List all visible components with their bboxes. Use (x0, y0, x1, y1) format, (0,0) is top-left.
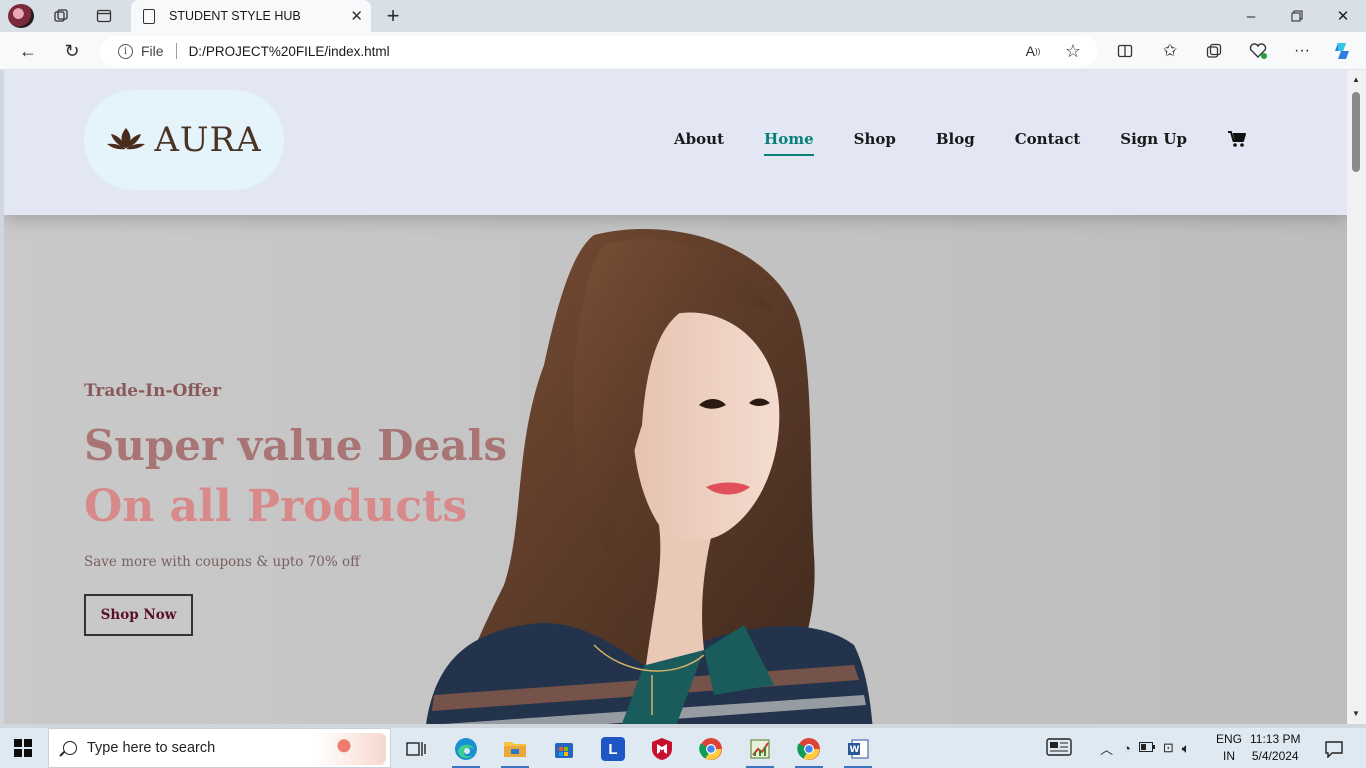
chart-app-icon[interactable] (740, 732, 780, 768)
minimize-icon[interactable]: – (1228, 0, 1274, 32)
site-header: AURA About Home Shop Blog Contact Sign U… (4, 70, 1347, 215)
page-icon (143, 8, 155, 24)
info-icon[interactable]: i (118, 43, 133, 59)
url-text[interactable]: D:/PROJECT%20FILE/index.html (189, 44, 390, 59)
shop-now-button[interactable]: Shop Now (84, 594, 193, 636)
lotus-logo-icon (107, 128, 146, 150)
l-app-icon[interactable]: L (593, 732, 633, 766)
chrome-profile-icon[interactable] (789, 732, 829, 768)
clock-time: 11:13 PM (1250, 732, 1301, 746)
word-icon[interactable]: W (838, 732, 878, 768)
svg-text:W: W (850, 745, 860, 755)
mcafee-icon[interactable] (642, 732, 682, 766)
restore-icon[interactable] (1274, 0, 1320, 32)
favorites-icon[interactable]: ✩ (1159, 40, 1181, 62)
file-explorer-icon[interactable] (495, 732, 535, 768)
more-menu-icon[interactable]: ··· (1291, 40, 1313, 62)
lang-code: ENG (1216, 732, 1243, 746)
edge-taskbar-icon[interactable] (446, 732, 486, 768)
taskbar-search[interactable]: Type here to search (48, 728, 391, 768)
clock-date: 5/4/2024 (1251, 749, 1299, 763)
browser-essentials-icon[interactable] (1247, 41, 1269, 61)
volume-icon[interactable]: 🔈︎ (1182, 740, 1190, 757)
workspaces-icon[interactable] (50, 6, 72, 26)
tab-title: STUDENT STYLE HUB (169, 9, 301, 23)
cart-icon[interactable] (1227, 130, 1247, 148)
close-tab-icon[interactable]: ✕ (350, 7, 363, 25)
page-scrollbar[interactable]: ▲ ▼ (1347, 70, 1366, 724)
page-viewport: AURA About Home Shop Blog Contact Sign U… (4, 70, 1347, 724)
favorite-star-icon[interactable]: ☆ (1062, 40, 1084, 62)
hero-subtext: Save more with coupons & upto 70% off (84, 554, 360, 570)
split-screen-icon[interactable] (1114, 41, 1136, 61)
active-tab[interactable]: STUDENT STYLE HUB ✕ (131, 0, 371, 32)
scroll-thumb[interactable] (1352, 92, 1360, 172)
hero-eyebrow: Trade-In-Offer (84, 381, 222, 401)
nav-shop[interactable]: Shop (854, 130, 896, 148)
main-nav: About Home Shop Blog Contact Sign Up (634, 130, 1247, 156)
search-icon (63, 741, 77, 755)
site-logo[interactable]: AURA (84, 90, 284, 190)
hero-section: Trade-In-Offer Super value Deals On all … (4, 215, 1347, 724)
news-widget-icon[interactable] (1046, 737, 1072, 759)
nav-blog[interactable]: Blog (936, 130, 975, 148)
task-view-icon[interactable] (396, 732, 436, 766)
nav-home[interactable]: Home (764, 130, 814, 156)
hero-model-image (426, 229, 873, 724)
scroll-down-icon[interactable]: ▼ (1351, 708, 1361, 718)
windows-start-icon[interactable] (14, 739, 32, 757)
hero-headline-1: Super value Deals (84, 421, 508, 470)
device-icon[interactable]: ⊡ (1163, 740, 1174, 756)
chrome-icon[interactable] (691, 732, 731, 766)
tab-actions-icon[interactable] (93, 6, 115, 26)
system-tray: ︿ ◔ ⊡ 🔈︎ (1046, 728, 1190, 768)
profile-avatar[interactable] (8, 4, 34, 28)
new-tab-icon[interactable]: + (382, 3, 404, 28)
read-aloud-icon[interactable]: A)) (1022, 41, 1044, 61)
logo-text: AURA (154, 120, 262, 160)
nav-contact[interactable]: Contact (1015, 130, 1081, 148)
address-field[interactable]: i File D:/PROJECT%20FILE/index.html A)) … (100, 36, 1098, 66)
nav-sign-up[interactable]: Sign Up (1120, 130, 1187, 148)
nav-about[interactable]: About (674, 130, 724, 148)
back-icon[interactable]: ← (16, 40, 40, 62)
browser-tab-bar: STUDENT STYLE HUB ✕ + – ✕ (0, 0, 1366, 32)
copilot-icon[interactable] (1331, 39, 1355, 63)
input-language[interactable]: ENG IN (1216, 731, 1242, 765)
refresh-icon[interactable]: ↻ (60, 40, 84, 62)
chevron-up-icon[interactable]: ︿ (1100, 739, 1113, 758)
search-highlight-image (316, 733, 386, 765)
address-separator (175, 43, 177, 59)
lang-region: IN (1223, 749, 1235, 763)
collections-icon[interactable] (1203, 41, 1225, 61)
scroll-up-icon[interactable]: ▲ (1351, 74, 1361, 84)
search-placeholder: Type here to search (87, 740, 216, 756)
close-window-icon[interactable]: ✕ (1320, 0, 1366, 32)
taskbar: Type here to search L W ︿ ◔ ⊡ 🔈︎ ENG IN … (0, 728, 1366, 768)
file-label: File (141, 43, 164, 59)
microsoft-store-icon[interactable] (544, 732, 584, 766)
address-toolbar: ← ↻ i File D:/PROJECT%20FILE/index.html … (0, 32, 1366, 70)
wifi-icon[interactable]: ◔ (1123, 741, 1131, 756)
hero-headline-2: On all Products (84, 481, 468, 532)
notifications-icon[interactable] (1314, 732, 1354, 766)
battery-icon[interactable] (1138, 741, 1155, 755)
taskbar-clock[interactable]: 11:13 PM 5/4/2024 (1250, 731, 1300, 765)
